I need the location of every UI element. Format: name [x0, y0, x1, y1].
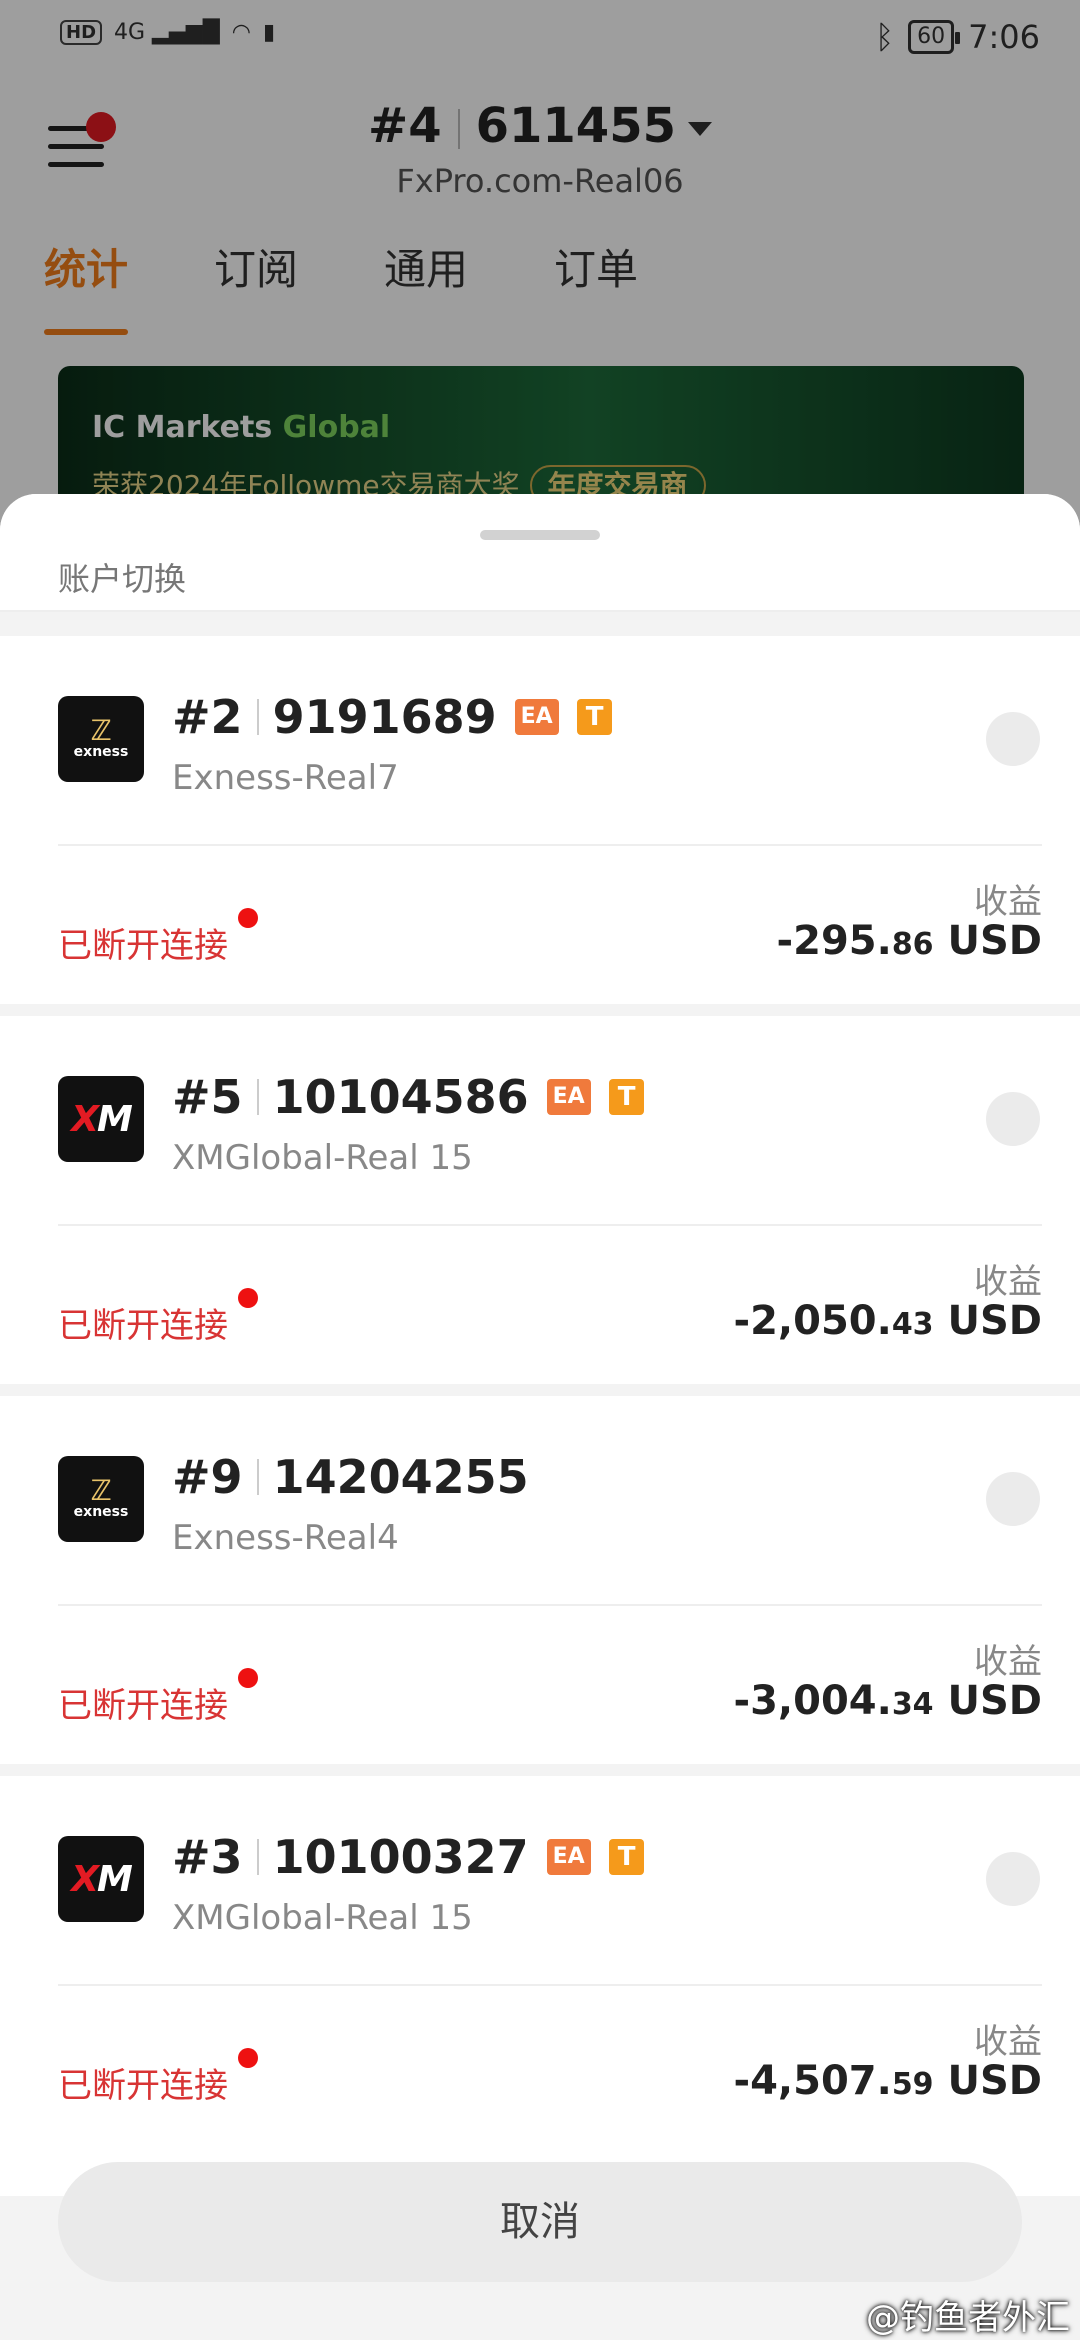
select-radio[interactable]	[986, 1472, 1040, 1526]
profit-int: -2,050.	[733, 1298, 892, 1344]
account-index: #2	[172, 690, 243, 744]
ea-badge: EA	[546, 1079, 591, 1115]
profit-label: 收益	[974, 1262, 1042, 1302]
sheet-title: 账户切换	[58, 560, 187, 598]
profit-value: -4,507.59 USD	[733, 2058, 1042, 2104]
watermark: @钓鱼者外汇	[866, 2298, 1070, 2338]
profit-value: -295.86 USD	[777, 918, 1042, 964]
profit-label: 收益	[974, 882, 1042, 922]
drag-handle[interactable]	[480, 530, 600, 540]
connection-status: 已断开连接	[58, 1686, 228, 1726]
t-badge: T	[608, 1839, 645, 1875]
t-badge: T	[608, 1079, 645, 1115]
logo-word: exness	[73, 744, 129, 760]
select-radio[interactable]	[986, 712, 1040, 766]
profit-dec: 59	[891, 2067, 934, 2102]
logo-mark: XM	[71, 1098, 133, 1140]
account-server: Exness-Real7	[172, 758, 399, 798]
profit-currency: USD	[947, 1298, 1043, 1344]
account-index: #9	[172, 1450, 243, 1504]
connection-status: 已断开连接	[58, 926, 228, 966]
profit-dec: 43	[891, 1307, 934, 1342]
separator	[256, 1839, 259, 1875]
account-server: XMGlobal-Real 15	[172, 1898, 473, 1938]
profit-value: -2,050.43 USD	[733, 1298, 1042, 1344]
t-badge: T	[576, 699, 613, 735]
profit-currency: USD	[947, 918, 1043, 964]
account-number: 10104586	[272, 1070, 529, 1124]
account-card[interactable]: XM #3 10100327 EA T XMGlobal-Real 15 已断开连…	[0, 1776, 1080, 2196]
account-card[interactable]: ℤexness #9 14204255 Exness-Real4 已断开连接 收益…	[0, 1396, 1080, 1764]
connection-status: 已断开连接	[58, 2066, 228, 2106]
logo-mark: XM	[71, 1858, 133, 1900]
profit-value: -3,004.34 USD	[733, 1678, 1042, 1724]
account-card[interactable]: XM #5 10104586 EA T XMGlobal-Real 15 已断开连…	[0, 1016, 1080, 1384]
profit-label: 收益	[974, 1642, 1042, 1682]
logo-mark: ℤ	[90, 714, 112, 747]
cancel-button[interactable]: 取消	[58, 2162, 1022, 2282]
ea-badge: EA	[514, 699, 559, 735]
logo-word: exness	[73, 1504, 129, 1520]
account-line: #5 10104586 EA T	[172, 1070, 645, 1124]
status-dot-icon	[238, 1288, 258, 1308]
divider	[58, 1604, 1042, 1606]
connection-status: 已断开连接	[58, 1306, 228, 1346]
profit-currency: USD	[947, 2058, 1043, 2104]
divider	[58, 1984, 1042, 1986]
account-number: 10100327	[272, 1830, 529, 1884]
account-line: #2 9191689 EA T	[172, 690, 613, 744]
profit-currency: USD	[947, 1678, 1043, 1724]
status-dot-icon	[238, 908, 258, 928]
separator	[256, 1079, 259, 1115]
profit-int: -295.	[776, 918, 892, 964]
profit-label: 收益	[974, 2022, 1042, 2062]
account-server: Exness-Real4	[172, 1518, 399, 1558]
account-line: #3 10100327 EA T	[172, 1830, 645, 1884]
separator	[256, 699, 259, 735]
sheet-header: 账户切换	[0, 494, 1080, 612]
account-index: #5	[172, 1070, 243, 1124]
account-number: 9191689	[272, 690, 497, 744]
account-number: 14204255	[272, 1450, 529, 1504]
xm-logo-icon: XM	[58, 1836, 144, 1922]
divider	[58, 844, 1042, 846]
select-radio[interactable]	[986, 1092, 1040, 1146]
profit-dec: 86	[891, 927, 934, 962]
account-server: XMGlobal-Real 15	[172, 1138, 473, 1178]
xm-logo-icon: XM	[58, 1076, 144, 1162]
profit-dec: 34	[891, 1687, 934, 1722]
account-card[interactable]: ℤexness #2 9191689 EA T Exness-Real7 已断开连…	[0, 636, 1080, 1004]
profit-int: -3,004.	[733, 1678, 892, 1724]
divider	[58, 1224, 1042, 1226]
account-switch-sheet: 账户切换 ℤexness #2 9191689 EA T Exness-Real7…	[0, 494, 1080, 2340]
logo-mark: ℤ	[90, 1474, 112, 1507]
exness-logo-icon: ℤexness	[58, 696, 144, 782]
separator	[256, 1459, 259, 1495]
status-dot-icon	[238, 2048, 258, 2068]
exness-logo-icon: ℤexness	[58, 1456, 144, 1542]
select-radio[interactable]	[986, 1852, 1040, 1906]
status-dot-icon	[238, 1668, 258, 1688]
ea-badge: EA	[546, 1839, 591, 1875]
profit-int: -4,507.	[733, 2058, 892, 2104]
account-line: #9 14204255	[172, 1450, 529, 1504]
account-index: #3	[172, 1830, 243, 1884]
